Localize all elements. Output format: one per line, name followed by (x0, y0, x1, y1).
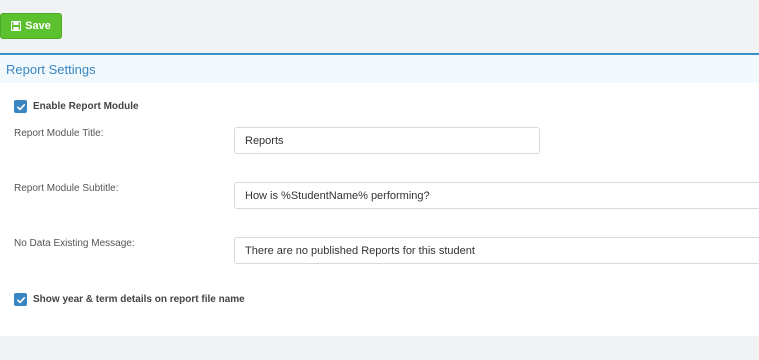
report-settings-panel: Report Settings Enable Report Module Rep… (0, 53, 759, 336)
enable-report-module-label: Enable Report Module (33, 101, 139, 112)
save-button-label: Save (25, 20, 51, 32)
no-data-message-label: No Data Existing Message: (14, 238, 135, 249)
toolbar: Save (0, 0, 759, 53)
enable-report-module-row: Enable Report Module (14, 100, 139, 113)
report-module-subtitle-label: Report Module Subtitle: (14, 183, 119, 194)
report-module-title-label: Report Module Title: (14, 128, 104, 139)
save-button[interactable]: Save (0, 13, 62, 39)
floppy-disk-icon (11, 21, 22, 31)
report-module-subtitle-input[interactable] (234, 182, 759, 209)
report-module-title-input[interactable] (234, 127, 540, 154)
no-data-message-input[interactable] (234, 237, 759, 264)
panel-header: Report Settings (0, 55, 759, 83)
show-term-details-checkbox[interactable] (14, 293, 27, 306)
checkmark-icon (16, 103, 25, 110)
show-term-details-row: Show year & term details on report file … (14, 293, 245, 306)
show-term-details-label: Show year & term details on report file … (33, 294, 245, 305)
panel-title: Report Settings (6, 61, 96, 77)
enable-report-module-checkbox[interactable] (14, 100, 27, 113)
checkmark-icon (16, 296, 25, 303)
